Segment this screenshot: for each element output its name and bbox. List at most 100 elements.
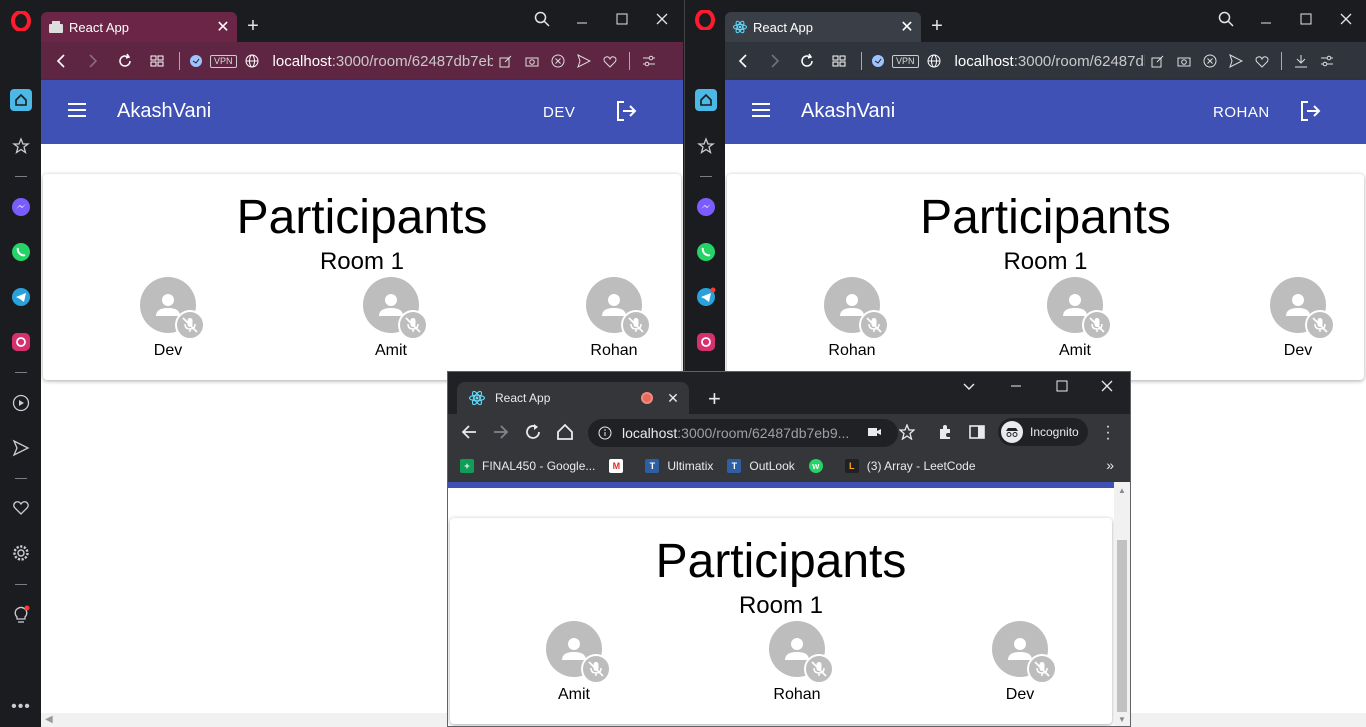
home-icon[interactable] (556, 423, 574, 441)
bookmark-item[interactable]: T Ultimatix (645, 459, 713, 473)
vertical-scrollbar[interactable]: ▲ ▼ (1114, 482, 1130, 726)
tabs-grid-icon[interactable] (141, 45, 173, 77)
participant-tile[interactable]: Dev (1238, 277, 1358, 360)
incognito-badge[interactable]: Incognito (998, 418, 1088, 446)
globe-icon[interactable] (241, 45, 263, 77)
heart-icon[interactable] (597, 45, 623, 77)
tab-search-chevron-icon[interactable] (962, 382, 976, 392)
scrollbar-thumb[interactable] (1117, 540, 1127, 712)
participant-tile[interactable]: Dev (108, 277, 228, 360)
whatsapp-icon[interactable] (695, 241, 717, 263)
player-icon[interactable] (10, 392, 32, 414)
participant-tile[interactable]: Amit (1015, 277, 1135, 360)
back-icon[interactable] (460, 423, 478, 441)
logout-icon[interactable] (1299, 100, 1321, 122)
url-field[interactable]: localhost:3000/room/62487db (955, 53, 1145, 70)
bookmarks-overflow-icon[interactable]: » (1106, 457, 1114, 473)
star-icon[interactable] (10, 135, 32, 157)
telegram-icon[interactable] (695, 286, 717, 308)
shield-icon[interactable] (186, 45, 206, 77)
shield-icon[interactable] (868, 45, 888, 77)
heart-icon[interactable] (1249, 45, 1275, 77)
bookmark-item[interactable]: + FINAL450 - Google... (460, 459, 595, 473)
reload-icon[interactable] (524, 423, 542, 441)
participant-tile[interactable]: Rohan (737, 621, 857, 704)
camera-icon[interactable] (519, 45, 545, 77)
back-icon[interactable] (45, 45, 77, 77)
bookmark-item[interactable]: T OutLook (727, 459, 795, 473)
browser-tab[interactable]: React App ✕ (457, 382, 689, 414)
more-dots-icon[interactable]: ••• (10, 696, 32, 718)
forward-icon[interactable] (492, 423, 510, 441)
close-window-icon[interactable] (1101, 380, 1113, 392)
new-tab-icon[interactable]: + (708, 386, 721, 412)
whatsapp-icon[interactable] (10, 241, 32, 263)
send-icon[interactable] (571, 45, 597, 77)
messenger-icon[interactable] (10, 196, 32, 218)
forward-icon[interactable] (759, 45, 791, 77)
home-icon[interactable] (10, 89, 32, 111)
close-window-icon[interactable] (1335, 8, 1357, 30)
instagram-icon[interactable] (695, 331, 717, 353)
menu-icon[interactable] (67, 102, 87, 118)
participant-tile[interactable]: Rohan (554, 277, 674, 360)
participant-tile[interactable]: Dev (960, 621, 1080, 704)
minimize-icon[interactable] (571, 8, 593, 30)
search-icon[interactable] (531, 8, 553, 30)
tab-close-icon[interactable]: ✕ (897, 17, 917, 37)
browser-tab[interactable]: React App ✕ (41, 12, 237, 42)
edit-icon[interactable] (493, 45, 519, 77)
maximize-icon[interactable] (1295, 8, 1317, 30)
menu-icon[interactable] (751, 102, 771, 118)
camera-icon[interactable] (1171, 45, 1197, 77)
bookmark-star-icon[interactable] (899, 424, 915, 440)
easy-setup-icon[interactable] (636, 45, 662, 77)
camera-icon[interactable] (868, 426, 882, 438)
easy-setup-icon[interactable] (1314, 45, 1340, 77)
settings-gear-icon[interactable] (10, 542, 32, 564)
participant-tile[interactable]: Rohan (792, 277, 912, 360)
instagram-icon[interactable] (10, 331, 32, 353)
new-tab-icon[interactable]: + (927, 14, 947, 38)
omnibox[interactable]: localhost:3000/room/62487db7eb9... (588, 419, 898, 447)
user-label[interactable]: ROHAN (1213, 104, 1270, 121)
globe-icon[interactable] (923, 45, 945, 77)
participant-tile[interactable]: Amit (514, 621, 634, 704)
send-icon[interactable] (1223, 45, 1249, 77)
info-icon[interactable] (598, 426, 612, 440)
minimize-icon[interactable] (1255, 8, 1277, 30)
opera-logo-icon[interactable] (10, 10, 32, 32)
logout-icon[interactable] (615, 100, 637, 122)
forward-icon[interactable] (77, 45, 109, 77)
browser-tab[interactable]: React App ✕ (725, 12, 921, 42)
side-panel-icon[interactable] (969, 424, 985, 440)
search-icon[interactable] (1215, 8, 1237, 30)
download-icon[interactable] (1288, 45, 1314, 77)
tab-close-icon[interactable]: ✕ (213, 17, 233, 37)
send-icon[interactable] (10, 437, 32, 459)
user-label[interactable]: DEV (543, 104, 575, 121)
block-icon[interactable] (545, 45, 571, 77)
extensions-icon[interactable] (937, 424, 953, 440)
more-menu-icon[interactable]: · · · (1104, 419, 1112, 447)
tabs-grid-icon[interactable] (823, 45, 855, 77)
url-field[interactable]: localhost:3000/room/62487db7eb9 (273, 53, 493, 70)
maximize-icon[interactable] (1056, 380, 1068, 392)
tab-close-icon[interactable]: ✕ (663, 390, 683, 407)
messenger-icon[interactable] (695, 196, 717, 218)
bookmark-item[interactable]: L (3) Array - LeetCode (844, 459, 976, 473)
opera-logo-icon[interactable] (695, 10, 715, 30)
reload-icon[interactable] (109, 45, 141, 77)
edit-icon[interactable] (1145, 45, 1171, 77)
vpn-badge[interactable]: VPN (892, 54, 919, 68)
lightbulb-icon[interactable] (10, 604, 32, 626)
back-icon[interactable] (727, 45, 759, 77)
close-window-icon[interactable] (651, 8, 673, 30)
maximize-icon[interactable] (611, 8, 633, 30)
vpn-badge[interactable]: VPN (210, 54, 237, 68)
scroll-up-icon[interactable]: ▲ (1118, 486, 1126, 495)
bookmark-item[interactable]: M (609, 459, 631, 473)
minimize-icon[interactable] (1010, 380, 1022, 392)
reload-icon[interactable] (791, 45, 823, 77)
home-icon[interactable] (695, 89, 717, 111)
